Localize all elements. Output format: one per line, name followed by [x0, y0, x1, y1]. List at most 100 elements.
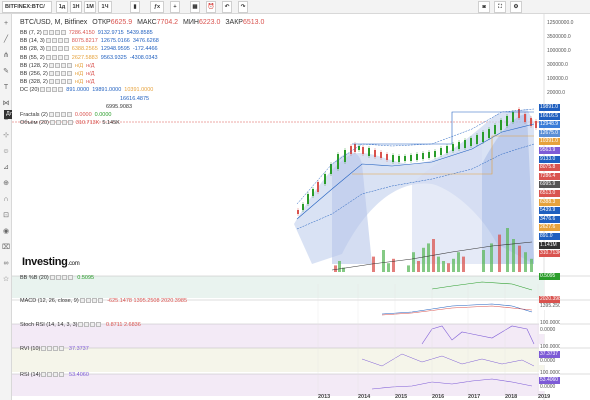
- indicator-toggle-icon[interactable]: [51, 54, 57, 60]
- brush-icon[interactable]: ✎: [2, 68, 10, 76]
- compare-icon[interactable]: +: [170, 1, 180, 13]
- zoom-icon[interactable]: ⊕: [2, 180, 10, 188]
- indicator-toggle-icon[interactable]: [51, 46, 57, 52]
- indicator-toggle-icon[interactable]: [57, 46, 63, 52]
- settings-icon[interactable]: ⚙: [510, 1, 522, 13]
- eye-icon[interactable]: ◉: [2, 228, 10, 236]
- pane-toggle-icon[interactable]: [59, 372, 65, 378]
- chart-area[interactable]: [12, 14, 590, 400]
- indicator-toggle-icon[interactable]: [57, 38, 63, 44]
- pane-toggle-icon[interactable]: [85, 298, 91, 304]
- pattern-icon[interactable]: ⋈: [2, 100, 10, 108]
- interval-1w[interactable]: 1Н: [70, 1, 82, 13]
- indicator-toggle-icon[interactable]: [46, 87, 52, 93]
- undo-icon[interactable]: ↶: [222, 1, 232, 13]
- pane-toggle-icon[interactable]: [90, 322, 96, 328]
- pane-legend[interactable]: MACD (12, 26, close, 9) -625.1478 1395.2…: [20, 298, 187, 304]
- forecast-icon[interactable]: ⊹: [2, 132, 10, 140]
- indicator-toggle-icon[interactable]: [55, 120, 61, 126]
- indicator-toggle-icon[interactable]: [51, 38, 57, 44]
- pane-toggle-icon[interactable]: [84, 322, 90, 328]
- pane-toggle-icon[interactable]: [53, 346, 59, 352]
- indicator-toggle-icon[interactable]: [57, 54, 63, 60]
- indicator-row[interactable]: 16616.4875: [20, 96, 149, 103]
- indicator-toggle-icon[interactable]: [63, 54, 69, 60]
- icons-icon[interactable]: ☺: [2, 148, 10, 156]
- pane-toggle-icon[interactable]: [78, 322, 84, 328]
- interval-1m[interactable]: 1М: [84, 1, 96, 13]
- indicator-toggle-icon[interactable]: [54, 71, 60, 77]
- indicator-toggle-icon[interactable]: [66, 62, 72, 68]
- magnet-icon[interactable]: ∩: [2, 196, 10, 204]
- indicator-row[interactable]: DC (20) 891.0000 19891.0000 10391.0000: [20, 87, 153, 94]
- indicator-toggle-icon[interactable]: [54, 112, 60, 118]
- candles-icon[interactable]: ▮: [130, 1, 140, 13]
- pane-toggle-icon[interactable]: [41, 346, 47, 352]
- pane-toggle-icon[interactable]: [47, 372, 53, 378]
- indicator-toggle-icon[interactable]: [48, 112, 54, 118]
- indicator-row[interactable]: BB (7, 2) 7286.4150 9132.9715 5439.8585: [20, 30, 153, 37]
- pane-toggle-icon[interactable]: [96, 322, 102, 328]
- indicator-row[interactable]: BB (28, 3) 6388.2565 12948.9595 -172.4466: [20, 46, 158, 53]
- text-icon[interactable]: T: [2, 84, 10, 92]
- interval-1h[interactable]: 1Ч: [98, 1, 112, 13]
- indicator-row[interactable]: BB (14, 3) 8075.8217 12675.0166 3476.6268: [20, 38, 159, 45]
- pane-legend[interactable]: RVI (10) 37.3737: [20, 346, 89, 352]
- trash-icon[interactable]: ⌧: [2, 244, 10, 252]
- indicator-toggle-icon[interactable]: [66, 112, 72, 118]
- indicator-row[interactable]: BB (328, 2) н/Д н/Д: [20, 79, 94, 86]
- indicator-toggle-icon[interactable]: [45, 38, 51, 44]
- indicator-row[interactable]: BB (128, 2) н/Д н/Д: [20, 63, 94, 70]
- indicator-toggle-icon[interactable]: [54, 30, 60, 36]
- pane-toggle-icon[interactable]: [61, 275, 67, 281]
- indicator-toggle-icon[interactable]: [60, 79, 66, 85]
- indicator-toggle-icon[interactable]: [63, 46, 69, 52]
- pane-toggle-icon[interactable]: [91, 298, 97, 304]
- pane-toggle-icon[interactable]: [55, 275, 61, 281]
- pane-toggle-icon[interactable]: [79, 298, 85, 304]
- star-icon[interactable]: ☆: [2, 276, 10, 284]
- indicator-toggle-icon[interactable]: [45, 46, 51, 52]
- pane-toggle-icon[interactable]: [41, 372, 47, 378]
- crosshair-icon[interactable]: +: [2, 20, 10, 28]
- indicator-row[interactable]: BB (256, 2) н/Д н/Д: [20, 71, 94, 78]
- indicators-icon[interactable]: ƒx: [150, 1, 164, 13]
- pane-toggle-icon[interactable]: [53, 372, 59, 378]
- interval-1d[interactable]: 1д: [56, 1, 68, 13]
- indicator-row[interactable]: BB (55, 2) 2627.5883 9563.9325 -4308.0343: [20, 55, 158, 62]
- pane-toggle-icon[interactable]: [97, 298, 103, 304]
- symbol-search[interactable]: BITFINEX:BTC/: [2, 1, 52, 13]
- indicator-row[interactable]: Объём (20) 310.713K 5.145K: [20, 120, 120, 127]
- indicator-row[interactable]: 6995.9083: [20, 104, 132, 111]
- indicator-toggle-icon[interactable]: [60, 71, 66, 77]
- indicator-toggle-icon[interactable]: [54, 62, 60, 68]
- pane-legend[interactable]: BB %B (20) 0.5095: [20, 275, 94, 281]
- pane-legend[interactable]: Stoch RSI (14, 14, 3, 3) 0.8711 2.6836: [20, 322, 141, 328]
- pitchfork-icon[interactable]: ⋔: [2, 52, 10, 60]
- indicator-toggle-icon[interactable]: [48, 71, 54, 77]
- indicator-toggle-icon[interactable]: [48, 79, 54, 85]
- indicator-toggle-icon[interactable]: [49, 120, 55, 126]
- indicator-toggle-icon[interactable]: [58, 87, 64, 93]
- pane-toggle-icon[interactable]: [59, 346, 65, 352]
- pane-legend[interactable]: RSI (14) 53.4060: [20, 372, 89, 378]
- ruler-icon[interactable]: ⊿: [2, 164, 10, 172]
- template-icon[interactable]: ▦: [190, 1, 200, 13]
- indicator-toggle-icon[interactable]: [42, 30, 48, 36]
- pane-toggle-icon[interactable]: [47, 346, 53, 352]
- redo-icon[interactable]: ↷: [238, 1, 248, 13]
- indicator-toggle-icon[interactable]: [67, 120, 73, 126]
- camera-icon[interactable]: ◙: [478, 1, 490, 13]
- link-icon[interactable]: ∞: [2, 260, 10, 268]
- lock-icon[interactable]: ⊡: [2, 212, 10, 220]
- indicator-toggle-icon[interactable]: [40, 87, 46, 93]
- indicator-toggle-icon[interactable]: [48, 30, 54, 36]
- pane-toggle-icon[interactable]: [49, 275, 55, 281]
- indicator-toggle-icon[interactable]: [60, 112, 66, 118]
- indicator-toggle-icon[interactable]: [60, 62, 66, 68]
- indicator-toggle-icon[interactable]: [52, 87, 58, 93]
- indicator-toggle-icon[interactable]: [66, 71, 72, 77]
- trend-line-icon[interactable]: ╱: [2, 36, 10, 44]
- indicator-toggle-icon[interactable]: [45, 54, 51, 60]
- indicator-toggle-icon[interactable]: [54, 79, 60, 85]
